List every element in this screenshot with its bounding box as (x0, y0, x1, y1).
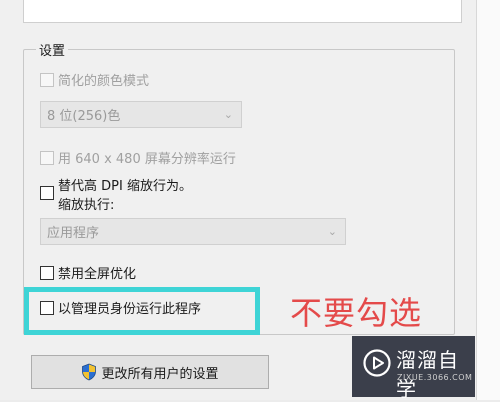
reduced-color-mode-label: 简化的颜色模式 (58, 74, 150, 89)
chevron-down-icon: ⌄ (223, 108, 233, 121)
run-640x480-checkbox[interactable]: 用 640 x 480 屏幕分辨率运行 (40, 148, 236, 167)
dpi-scaling-select[interactable]: 应用程序 ⌄ (40, 218, 346, 245)
override-dpi-checkbox[interactable]: 替代高 DPI 缩放行为。 缩放执行: (40, 177, 192, 215)
settings-group-title: 设置 (36, 40, 69, 59)
chevron-down-icon: ⌄ (327, 225, 337, 238)
override-dpi-text: 替代高 DPI 缩放行为。 缩放执行: (58, 177, 192, 215)
color-depth-value: 8 位(256)色 (47, 109, 121, 124)
shield-icon (82, 363, 97, 381)
annotation-text: 不要勾选 (290, 294, 423, 332)
checkbox-box[interactable] (40, 186, 54, 200)
scaling-performed-by-label: 缩放执行: (58, 198, 115, 213)
watermark-logo: 溜溜自学 ZIXUE.3066.COM (352, 336, 475, 401)
checkbox-box[interactable] (40, 151, 54, 165)
window-right-edge (476, 0, 500, 400)
disable-fullscreen-optimizations-checkbox[interactable]: 禁用全屏优化 (40, 263, 136, 282)
reduced-color-mode-checkbox[interactable]: 简化的颜色模式 (40, 70, 149, 89)
dpi-scaling-value: 应用程序 (47, 226, 100, 241)
override-dpi-label: 替代高 DPI 缩放行为。 (58, 179, 192, 194)
checkbox-box[interactable] (40, 266, 54, 280)
change-settings-for-all-users-button[interactable]: 更改所有用户的设置 (31, 355, 269, 389)
top-panel (23, 0, 462, 23)
play-logo-icon (363, 349, 391, 377)
highlight-box (24, 287, 260, 335)
checkbox-box[interactable] (40, 73, 54, 87)
run-640x480-label: 用 640 x 480 屏幕分辨率运行 (58, 152, 236, 167)
change-settings-for-all-users-label: 更改所有用户的设置 (101, 366, 219, 382)
color-depth-select[interactable]: 8 位(256)色 ⌄ (40, 101, 242, 128)
disable-fullscreen-optimizations-label: 禁用全屏优化 (58, 267, 137, 282)
watermark-domain: ZIXUE.3066.COM (397, 373, 473, 382)
